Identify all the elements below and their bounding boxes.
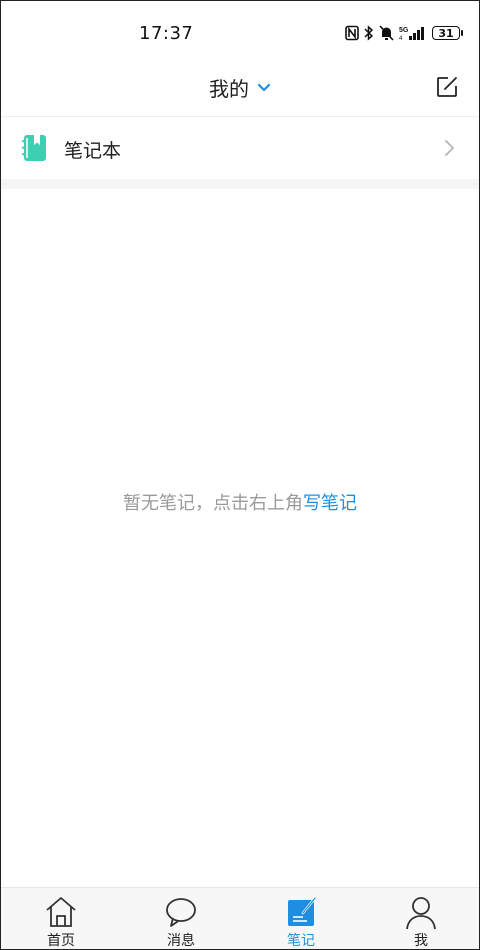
svg-text:4: 4: [399, 36, 403, 41]
mute-bell-icon: [379, 25, 394, 41]
chevron-right-icon: [445, 140, 454, 156]
svg-text:5G: 5G: [399, 27, 409, 34]
section-divider: [1, 179, 479, 189]
profile-icon: [406, 897, 436, 930]
nav-notes-label: 笔记: [287, 933, 315, 949]
edit-icon[interactable]: [435, 75, 459, 99]
notebook-icon: [22, 135, 46, 161]
status-icons: 5G 4 31: [345, 23, 463, 43]
signal-5g-icon: 5G 4: [399, 27, 424, 41]
page-title: 我的: [209, 77, 249, 101]
nav-notes[interactable]: 笔记: [261, 888, 341, 949]
message-icon: [166, 898, 196, 927]
empty-state-text: 暂无笔记，点击右上角: [123, 493, 303, 514]
battery-level: 31: [438, 26, 454, 40]
nav-me[interactable]: 我: [381, 888, 461, 949]
notebook-row[interactable]: 笔记本: [1, 117, 479, 179]
status-bar: 17:37 5G 4 31: [1, 1, 479, 63]
chevron-down-icon: [257, 83, 271, 91]
nav-home[interactable]: 首页: [21, 888, 101, 949]
note-icon: [288, 896, 317, 926]
status-time: 17:37: [139, 23, 194, 44]
header: 我的: [1, 63, 479, 117]
title-dropdown[interactable]: 我的: [1, 73, 479, 102]
nav-home-label: 首页: [47, 933, 75, 949]
nav-me-label: 我: [414, 933, 428, 949]
nfc-icon: [345, 25, 359, 41]
app-screen: 17:37 5G 4 31 我的 笔记本 暂无笔记，点击右上角写笔记 首页 消息…: [0, 0, 480, 950]
bluetooth-icon: [364, 25, 374, 41]
bottom-nav: 首页 消息 笔记 我: [1, 887, 479, 949]
home-icon: [46, 897, 76, 927]
nav-messages[interactable]: 消息: [141, 888, 221, 949]
nav-messages-label: 消息: [167, 933, 195, 949]
notebook-label: 笔记本: [64, 140, 122, 162]
write-note-link[interactable]: 写笔记: [303, 493, 357, 514]
battery-icon: 31: [432, 26, 463, 40]
empty-state: 暂无笔记，点击右上角写笔记: [1, 489, 479, 515]
